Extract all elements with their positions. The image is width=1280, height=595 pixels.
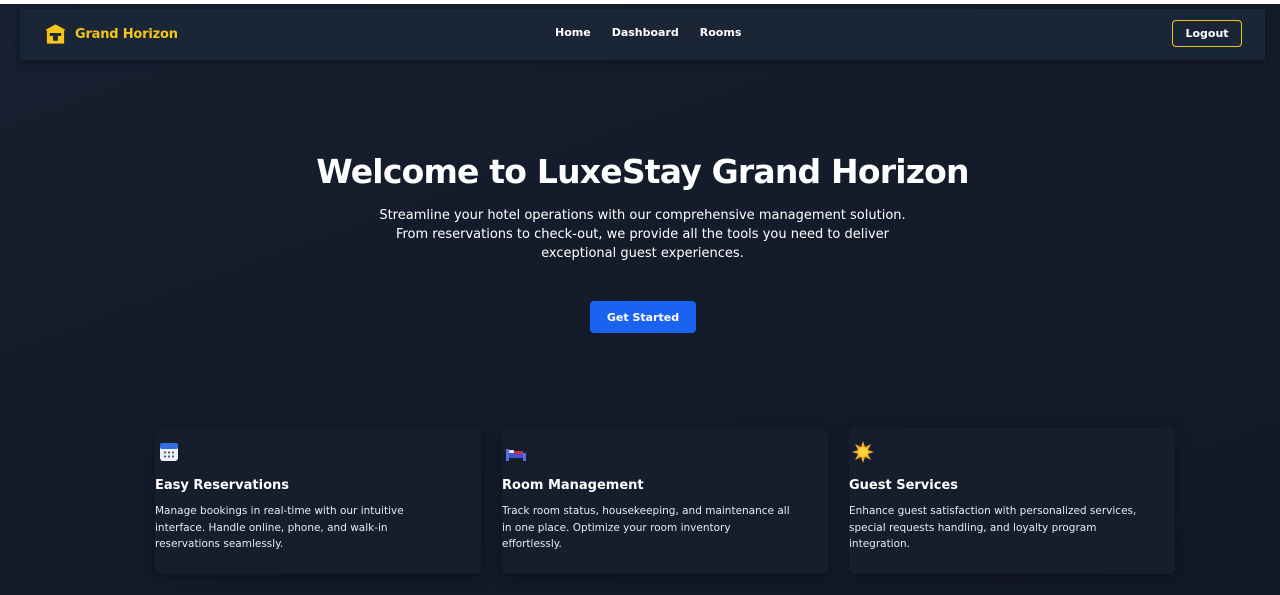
- hero-subtitle: Streamline your hotel operations with ou…: [379, 208, 906, 261]
- brand-name: Grand Horizon: [75, 26, 178, 42]
- calendar-icon: [160, 443, 178, 461]
- sun-icon: [852, 441, 874, 463]
- logout-button[interactable]: Logout: [1172, 20, 1242, 47]
- hotel-icon: [44, 24, 67, 44]
- feature-card-guest-services: Guest Services Enhance guest satisfactio…: [849, 428, 1175, 574]
- get-started-button[interactable]: Get Started: [590, 301, 696, 333]
- feature-title: Easy Reservations: [155, 478, 290, 493]
- feature-description: Track room status, housekeeping, and mai…: [502, 505, 790, 550]
- feature-title: Room Management: [502, 478, 644, 493]
- nav-link-home[interactable]: Home: [555, 26, 591, 39]
- brand-link[interactable]: Grand Horizon: [44, 22, 178, 46]
- feature-card-reservations: Easy Reservations Manage bookings in rea…: [155, 428, 481, 574]
- nav-links: Home Dashboard Rooms: [555, 26, 762, 39]
- feature-description: Enhance guest satisfaction with personal…: [849, 505, 1137, 550]
- bed-icon: [506, 449, 526, 461]
- feature-card-rooms: Room Management Track room status, house…: [502, 428, 828, 574]
- window-top-strip: [0, 0, 1280, 4]
- navbar: Grand Horizon Home Dashboard Rooms Logou…: [20, 9, 1265, 60]
- feature-title: Guest Services: [849, 478, 959, 493]
- hero-title: Welcome to LuxeStay Grand Horizon: [316, 152, 969, 191]
- nav-link-rooms[interactable]: Rooms: [700, 26, 742, 39]
- feature-description: Manage bookings in real-time with our in…: [155, 505, 404, 550]
- nav-link-dashboard[interactable]: Dashboard: [612, 26, 679, 39]
- page: Grand Horizon Home Dashboard Rooms Logou…: [0, 0, 1280, 595]
